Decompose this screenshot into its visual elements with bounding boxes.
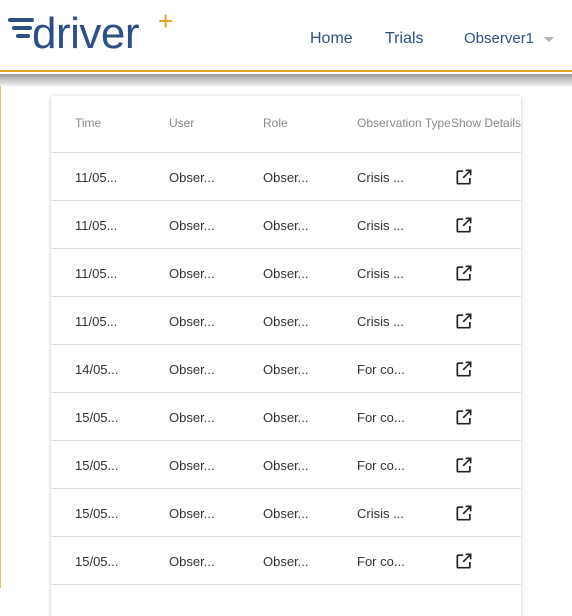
column-header-role[interactable]: Role [263, 116, 288, 130]
logo-wordmark: driver [32, 9, 140, 58]
cell-user: Obser... [169, 314, 215, 329]
table-row[interactable]: 11/05... Obser... Obser... Crisis ... [51, 297, 521, 345]
cell-time: 14/05... [75, 362, 119, 377]
table-row[interactable]: 15/05... Obser... Obser... For co... [51, 537, 521, 585]
cell-role: Obser... [263, 218, 309, 233]
cell-time: 11/05... [75, 266, 118, 281]
column-header-time[interactable]: Time [75, 116, 101, 130]
nav-trials-link[interactable]: Trials [385, 30, 424, 48]
cell-user: Obser... [169, 506, 215, 521]
header-shadow [0, 74, 572, 86]
cell-role: Obser... [263, 506, 309, 521]
cell-role: Obser... [263, 314, 309, 329]
cell-role: Obser... [263, 170, 309, 185]
open-in-new-icon[interactable] [454, 215, 474, 235]
cell-observation-type: For co... [357, 554, 405, 569]
table-row[interactable]: 11/05... Obser... Obser... Crisis ... [51, 249, 521, 297]
cell-time: 15/05... [75, 554, 119, 569]
logo-speed-lines-icon [8, 18, 34, 48]
cell-user: Obser... [169, 362, 215, 377]
open-in-new-icon[interactable] [454, 359, 474, 379]
cell-observation-type: For co... [357, 458, 405, 473]
cell-time: 11/05... [75, 170, 118, 185]
cell-observation-type: Crisis ... [357, 218, 404, 233]
cell-time: 11/05... [75, 314, 118, 329]
table-row[interactable]: 15/05... Obser... Obser... For co... [51, 393, 521, 441]
chevron-down-icon[interactable] [544, 37, 554, 42]
cell-observation-type: Crisis ... [357, 314, 404, 329]
open-in-new-icon[interactable] [454, 311, 474, 331]
open-in-new-icon[interactable] [454, 503, 474, 523]
cell-time: 15/05... [75, 458, 119, 473]
cell-user: Obser... [169, 170, 215, 185]
table-row[interactable]: 11/05... Obser... Obser... Crisis ... [51, 153, 521, 201]
cell-observation-type: For co... [357, 362, 405, 377]
cell-observation-type: Crisis ... [357, 506, 404, 521]
cell-role: Obser... [263, 554, 309, 569]
app-header: driver + Home Trials Observer1 [0, 0, 572, 72]
open-in-new-icon[interactable] [454, 455, 474, 475]
nav-home-link[interactable]: Home [310, 30, 353, 48]
cell-observation-type: For co... [357, 410, 405, 425]
open-in-new-icon[interactable] [454, 551, 474, 571]
cell-time: 11/05... [75, 218, 118, 233]
cell-role: Obser... [263, 266, 309, 281]
logo-plus: + [158, 6, 174, 36]
cell-user: Obser... [169, 218, 215, 233]
cell-observation-type: Crisis ... [357, 170, 404, 185]
driver-logo[interactable]: driver + [8, 6, 178, 58]
table-row[interactable]: 15/05... Obser... Obser... For co... [51, 441, 521, 489]
cell-observation-type: Crisis ... [357, 266, 404, 281]
table-row[interactable]: 15/05... Obser... Obser... Crisis ... [51, 489, 521, 537]
cell-time: 15/05... [75, 410, 119, 425]
table-row[interactable]: 11/05... Obser... Obser... Crisis ... [51, 201, 521, 249]
open-in-new-icon[interactable] [454, 167, 474, 187]
cell-role: Obser... [263, 458, 309, 473]
table-row[interactable]: 14/05... Obser... Obser... For co... [51, 345, 521, 393]
cell-role: Obser... [263, 362, 309, 377]
cell-role: Obser... [263, 410, 309, 425]
observations-table: Time User Role Observation Type Show Det… [51, 96, 521, 616]
open-in-new-icon[interactable] [454, 407, 474, 427]
cell-user: Obser... [169, 410, 215, 425]
user-menu[interactable]: Observer1 [464, 30, 534, 47]
open-in-new-icon[interactable] [454, 263, 474, 283]
cell-user: Obser... [169, 458, 215, 473]
table-header: Time User Role Observation Type Show Det… [51, 96, 521, 153]
column-header-observation-type[interactable]: Observation Type [357, 116, 451, 130]
column-header-show-details: Show Details [451, 116, 522, 130]
column-header-user[interactable]: User [169, 116, 194, 130]
cell-user: Obser... [169, 554, 215, 569]
cell-user: Obser... [169, 266, 215, 281]
cell-time: 15/05... [75, 506, 119, 521]
